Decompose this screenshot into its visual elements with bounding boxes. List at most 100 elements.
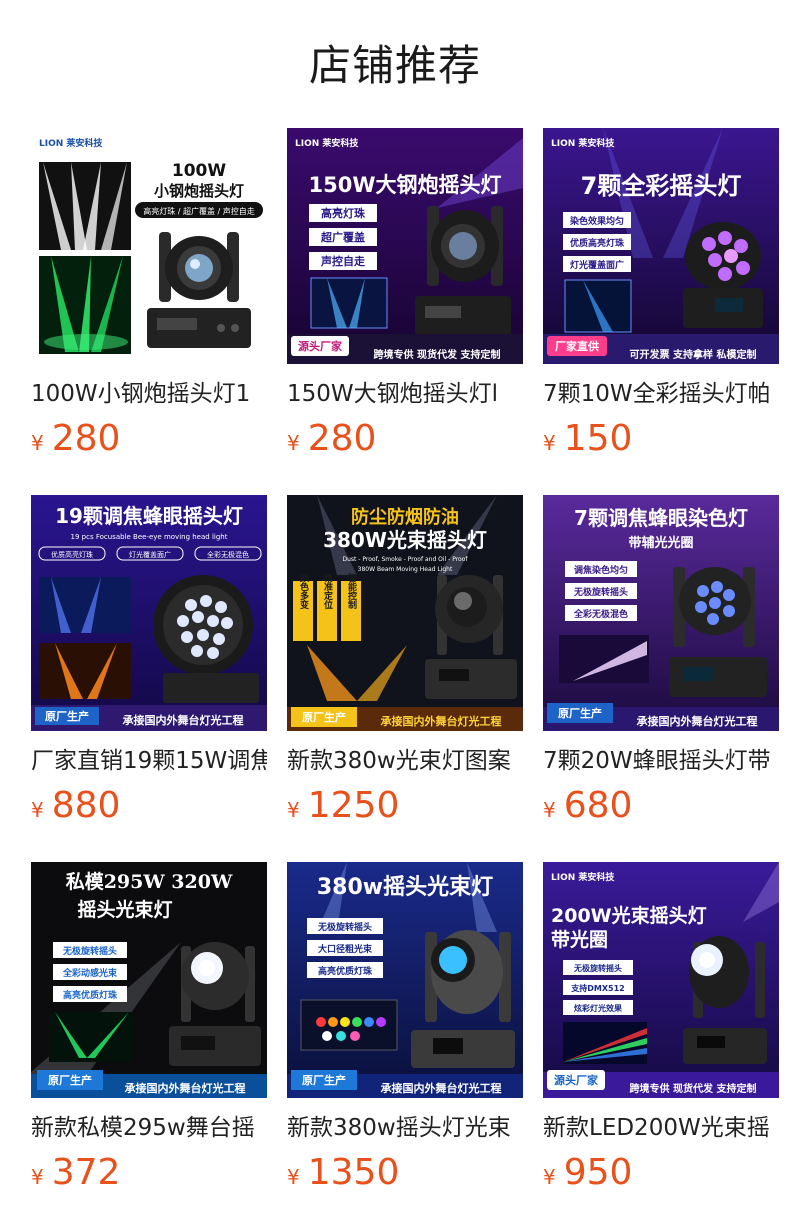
- feature-label: 优质高亮灯珠: [570, 237, 625, 249]
- image-footer: 承接国内外舞台灯光工程: [123, 713, 244, 727]
- price-value: 150: [563, 418, 633, 459]
- product-price: ¥280: [31, 416, 120, 462]
- image-headline: 19颗调焦蜂眼摇头灯: [55, 504, 243, 528]
- page-title: 店铺推荐: [308, 41, 481, 90]
- feature-label: 灯光覆盖面广: [129, 550, 171, 559]
- image-headline: 摇头光束灯: [77, 898, 172, 921]
- product-image[interactable]: LION 莱安科技 200W光束摇头灯 带光圈 无极旋转摇头 支持DMX512 …: [543, 862, 779, 1098]
- currency-symbol: ¥: [543, 431, 556, 455]
- feature-label: 超广覆盖: [320, 230, 365, 244]
- image-tagline: 高亮灯珠 / 超广覆盖 / 声控自走: [143, 206, 255, 216]
- product-name[interactable]: 新款LED200W光束摇: [543, 1108, 779, 1148]
- feature-label: 无极旋转摇头: [573, 586, 628, 598]
- image-footer: 承接国内外舞台灯光工程: [381, 714, 502, 728]
- image-footer: 跨境专供 现货代发 支持定制: [630, 1082, 757, 1095]
- image-headline: 私模295W 320W: [66, 870, 233, 893]
- product-name[interactable]: 厂家直销19颗15W调焦: [31, 741, 267, 781]
- badge-label: 厂家直供: [555, 339, 599, 353]
- product-price: ¥880: [31, 783, 120, 829]
- currency-symbol: ¥: [31, 431, 44, 455]
- product-price: ¥950: [543, 1150, 632, 1196]
- feature-label: 无极旋转摇头: [62, 945, 117, 957]
- feature-label: 支持DMX512: [570, 983, 624, 993]
- product-image[interactable]: LION 莱安科技 150W大钢炮摇头灯 高亮灯珠 超广覆盖 声控自走 源头厂家…: [287, 128, 523, 364]
- image-headline: 150W大钢炮摇头灯: [309, 173, 502, 197]
- image-headline: 380W光束摇头灯: [323, 528, 487, 552]
- product-image[interactable]: 19颗调焦蜂眼摇头灯 19 pcs Focusable Bee-eye movi…: [31, 495, 267, 731]
- currency-symbol: ¥: [543, 798, 556, 822]
- product-price: ¥1250: [287, 783, 399, 829]
- product-name[interactable]: 100W小钢炮摇头灯1: [31, 374, 267, 414]
- product-name[interactable]: 150W大钢炮摇头灯l: [287, 374, 523, 414]
- product-price: ¥680: [543, 783, 632, 829]
- image-subtitle: Dust - Proof, Smoke - Proof and Oil - Pr…: [343, 556, 469, 563]
- feature-label: 颜色多变: [298, 572, 309, 610]
- currency-symbol: ¥: [543, 1165, 556, 1189]
- badge-label: 原厂生产: [45, 709, 89, 723]
- currency-symbol: ¥: [287, 1165, 300, 1189]
- feature-label: 全彩动感光束: [62, 967, 118, 979]
- price-value: 280: [51, 418, 121, 459]
- image-headline: 200W光束摇头灯: [551, 904, 707, 927]
- badge-label: 源头厂家: [554, 1073, 599, 1087]
- feature-label: 高亮灯珠: [321, 206, 366, 220]
- product-image[interactable]: 7颗调焦蜂眼染色灯 带辅光光圈 调焦染色均匀 无极旋转摇头 全彩无极混色 原厂生…: [543, 495, 779, 731]
- feature-label: 调焦染色均匀: [574, 564, 628, 576]
- currency-symbol: ¥: [287, 798, 300, 822]
- image-headline: 小钢炮摇头灯: [154, 182, 244, 200]
- image-brand: LION 莱安科技: [39, 137, 103, 149]
- image-brand: LION 莱安科技: [551, 137, 615, 149]
- product-image[interactable]: 380w摇头光束灯 无极旋转摇头 大口径粗光束 高亮优质灯珠 原厂生产 承接国内…: [287, 862, 523, 1098]
- product-name[interactable]: 新款私模295w舞台摇: [31, 1108, 267, 1148]
- feature-label: 优质高亮灯珠: [51, 550, 93, 559]
- image-subtitle: 19 pcs Focusable Bee-eye moving head lig…: [71, 533, 228, 541]
- feature-label: 无极旋转摇头: [573, 963, 622, 973]
- price-value: 880: [51, 785, 121, 826]
- product-image[interactable]: 防尘防烟防油 380W光束摇头灯 Dust - Proof, Smoke - P…: [287, 495, 523, 731]
- price-value: 280: [307, 418, 377, 459]
- price-value: 950: [563, 1152, 633, 1193]
- feature-label: 智能控制: [346, 572, 357, 610]
- image-footer: 承接国内外舞台灯光工程: [381, 1081, 502, 1095]
- feature-label: 无极旋转摇头: [317, 921, 372, 933]
- image-brand: LION 莱安科技: [295, 137, 359, 149]
- image-footer: 跨境专供 现货代发 支持定制: [374, 348, 501, 361]
- feature-label: 高亮优质灯珠: [63, 989, 118, 1001]
- product-image[interactable]: LION 莱安科技 7颗全彩摇头灯 染色效果均匀 优质高亮灯珠 灯光覆盖面广 厂…: [543, 128, 779, 364]
- feature-label: 全彩无极混色: [573, 608, 628, 620]
- feature-label: 炫彩灯光效果: [574, 1003, 622, 1013]
- product-price: ¥372: [31, 1150, 120, 1196]
- currency-symbol: ¥: [31, 798, 44, 822]
- currency-symbol: ¥: [31, 1165, 44, 1189]
- feature-label: 声控自走: [320, 254, 365, 268]
- product-name[interactable]: 新款380w光束灯图案: [287, 741, 523, 781]
- image-headline: 7颗全彩摇头灯: [581, 172, 742, 200]
- image-headline: 带光圈: [551, 928, 608, 951]
- image-subtitle: 380W Beam Moving Head Light: [358, 566, 453, 573]
- feature-label: 染色效果均匀: [569, 215, 624, 227]
- product-price: ¥150: [543, 416, 632, 462]
- feature-label: 精准定位: [322, 572, 334, 610]
- product-image[interactable]: LION 莱安科技 100W 小钢炮摇头灯 高亮灯珠 / 超广覆盖 / 声控自走: [31, 128, 267, 364]
- currency-symbol: ¥: [287, 431, 300, 455]
- badge-label: 原厂生产: [558, 706, 602, 720]
- image-headline: 7颗调焦蜂眼染色灯: [574, 506, 748, 530]
- image-headline: 带辅光光圈: [628, 535, 693, 551]
- price-value: 1250: [307, 785, 400, 826]
- product-name[interactable]: 7颗10W全彩摇头灯帕: [543, 374, 779, 414]
- feature-label: 全彩无极混色: [207, 550, 249, 559]
- feature-label: 灯光覆盖面广: [570, 259, 624, 271]
- image-headline: 防尘防烟防油: [351, 506, 459, 528]
- image-headline: 100W: [172, 161, 226, 181]
- product-image[interactable]: 私模295W 320W 摇头光束灯 无极旋转摇头 全彩动感光束 高亮优质灯珠 原…: [31, 862, 267, 1098]
- price-value: 1350: [307, 1152, 400, 1193]
- image-footer: 承接国内外舞台灯光工程: [125, 1081, 246, 1095]
- product-name[interactable]: 新款380w摇头灯光束: [287, 1108, 523, 1148]
- badge-label: 原厂生产: [302, 710, 346, 724]
- product-price: ¥1350: [287, 1150, 399, 1196]
- product-name[interactable]: 7颗20W蜂眼摇头灯带: [543, 741, 779, 781]
- image-headline: 380w摇头光束灯: [317, 874, 493, 900]
- price-value: 372: [51, 1152, 121, 1193]
- image-footer: 承接国内外舞台灯光工程: [637, 714, 758, 728]
- feature-label: 大口径粗光束: [318, 943, 373, 955]
